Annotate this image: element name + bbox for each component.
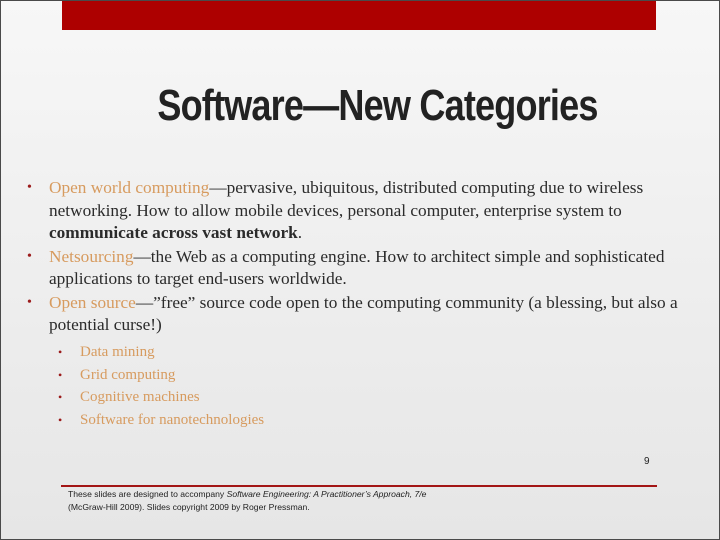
sub-bullet-item: • Grid computing xyxy=(58,364,264,387)
bullet-item: • Open world computing—pervasive, ubiqui… xyxy=(25,177,701,245)
slide: Software—New Categories • Open world com… xyxy=(0,0,720,540)
bullet-text: —the Web as a computing engine. How to a… xyxy=(49,246,665,289)
bullet-icon: • xyxy=(58,412,63,427)
sub-bullet-item: • Cognitive machines xyxy=(58,386,264,409)
bullet-emphasis: communicate across vast network xyxy=(49,223,298,242)
sub-bullet-text: Cognitive machines xyxy=(80,389,200,406)
bullet-icon: • xyxy=(58,390,63,405)
footer-text-end: (McGraw-Hill 2009). Slides copyright 200… xyxy=(68,502,310,512)
bullet-icon: • xyxy=(58,367,63,382)
bullet-icon: • xyxy=(27,294,32,310)
bullet-text-end: . xyxy=(297,223,303,242)
sub-bullet-list: • Data mining • Grid computing • Cogniti… xyxy=(58,341,264,431)
footer-note: These slides are designed to accompany S… xyxy=(68,488,428,514)
slide-title: Software—New Categories xyxy=(157,81,598,130)
page-number: 9 xyxy=(644,456,650,467)
bullet-term: Open source xyxy=(49,292,136,312)
bullet-text: —”free” source code open to the computin… xyxy=(49,292,678,335)
sub-bullet-item: • Software for nanotechnologies xyxy=(58,409,264,432)
footer-divider xyxy=(61,485,657,487)
bullet-icon: • xyxy=(58,345,63,359)
sub-bullet-text: Software for nanotechnologies xyxy=(80,411,265,428)
bullet-item: • Open source—”free” source code open to… xyxy=(25,292,701,337)
bullet-term: Open world computing xyxy=(49,178,210,197)
bullet-term: Netsourcing xyxy=(49,246,134,266)
bullet-item: • Netsourcing—the Web as a computing eng… xyxy=(25,246,701,291)
bullet-icon: • xyxy=(27,180,32,195)
footer-text: These slides are designed to accompany xyxy=(68,489,227,499)
footer-book-title: Software Engineering: A Practitioner’s A… xyxy=(226,489,427,499)
bullet-list: • Open world computing—pervasive, ubiqui… xyxy=(25,177,701,338)
sub-bullet-item: • Data mining xyxy=(58,341,264,364)
sub-bullet-text: Data mining xyxy=(80,344,155,360)
title-banner xyxy=(62,1,656,30)
bullet-icon: • xyxy=(27,248,32,264)
sub-bullet-text: Grid computing xyxy=(80,366,176,383)
